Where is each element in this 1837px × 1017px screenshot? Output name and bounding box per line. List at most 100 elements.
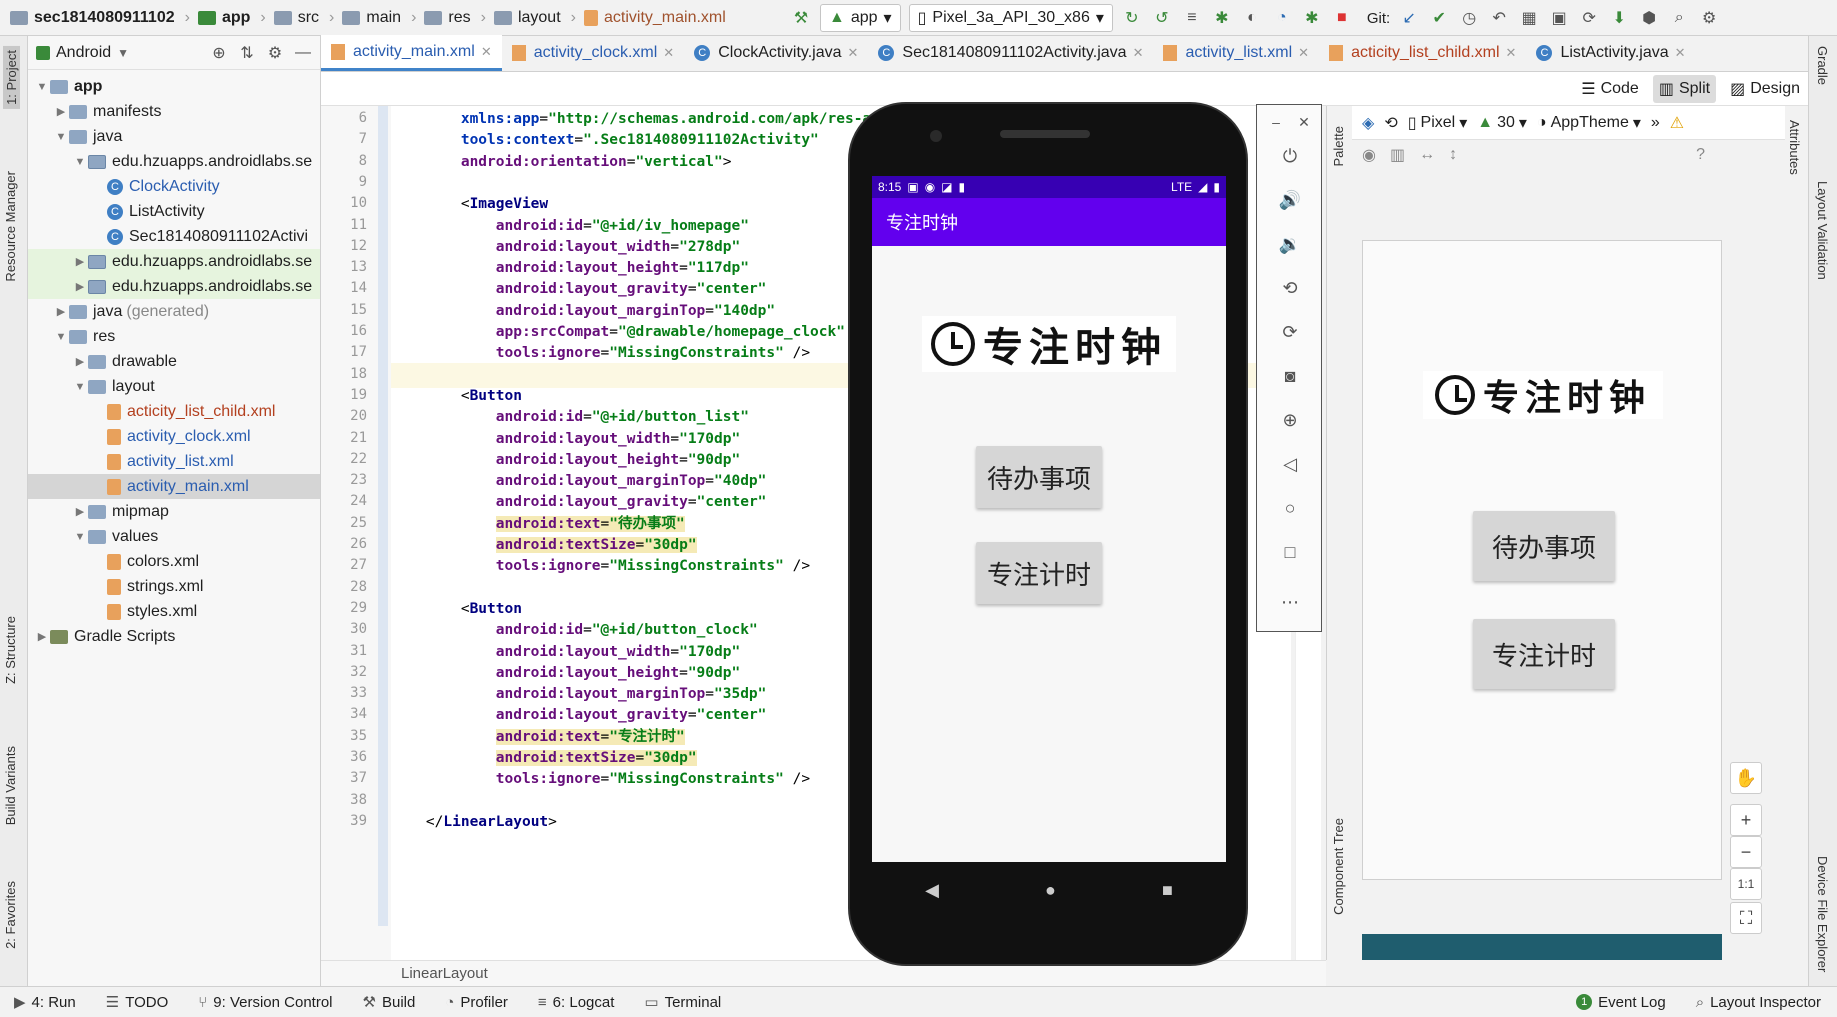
more-icon[interactable]: » [1651, 114, 1660, 132]
code-line[interactable]: tools:ignore="MissingConstraints" /> [391, 767, 810, 792]
project-tool-tab[interactable]: 1: Project [3, 46, 20, 109]
pan-icon[interactable]: ✋ [1730, 762, 1762, 794]
code-line[interactable]: android:orientation="vertical"> [391, 150, 732, 175]
build-variants-tab[interactable]: Build Variants [3, 746, 18, 825]
tree-row[interactable]: C ListActivity [28, 199, 320, 224]
tree-row[interactable]: activity_list.xml [28, 449, 320, 474]
home-icon[interactable]: ● [1045, 880, 1056, 901]
git-commit-icon[interactable]: ✔ [1428, 7, 1450, 29]
horizontal-resize-icon[interactable]: ↔ [1419, 146, 1435, 164]
layout-validation-tab[interactable]: Layout Validation [1815, 181, 1830, 280]
coverage-icon[interactable]: ≡ [1181, 7, 1203, 29]
tree-row[interactable]: ▶ drawable [28, 349, 320, 374]
device-file-explorer-tab[interactable]: Device File Explorer [1815, 856, 1830, 972]
power-icon[interactable]: ⏻ [1277, 143, 1303, 169]
breadcrumb-item[interactable]: sec1814080911102 › [10, 9, 190, 27]
preview-todo-button[interactable]: 待办事项 [1473, 511, 1615, 581]
design-mode-button[interactable]: ▨ Design [1730, 79, 1800, 99]
avd-manager-icon[interactable]: ▣ [1548, 7, 1570, 29]
git-history-icon[interactable]: ◷ [1458, 7, 1480, 29]
editor-tab[interactable]: activity_clock.xml ✕ [502, 35, 684, 71]
run-config-select[interactable]: ▲ app ▾ [820, 4, 901, 32]
tree-row[interactable]: ▼ java [28, 124, 320, 149]
chevron-down-icon[interactable]: ▼ [72, 381, 88, 393]
editor-tab[interactable]: acticity_list_child.xml ✕ [1319, 35, 1526, 71]
breadcrumb-item[interactable]: activity_main.xml [583, 9, 726, 27]
close-icon[interactable]: ✕ [1675, 45, 1686, 61]
device-select[interactable]: ▯ Pixel ▾ [1408, 113, 1468, 133]
run-tool-button[interactable]: ▶ 4: Run [14, 993, 76, 1012]
chevron-right-icon[interactable]: ▶ [34, 630, 50, 643]
vcs-tool-button[interactable]: ⑂ 9: Version Control [198, 994, 332, 1011]
warning-icon[interactable]: ⚠ [1670, 113, 1684, 133]
tree-row[interactable]: ▼ res [28, 324, 320, 349]
overview-icon[interactable]: □ [1277, 539, 1303, 565]
settings-icon[interactable]: ⚙ [1698, 7, 1720, 29]
profiler-tool-button[interactable]: ◔ Profiler [445, 994, 508, 1011]
zoom-actual-button[interactable]: 1:1 [1730, 868, 1762, 900]
attach-debugger-icon[interactable]: ◐ [1241, 7, 1263, 29]
api-select[interactable]: ▲ 30 ▾ [1477, 113, 1527, 133]
sdk-manager-icon[interactable]: ⬇ [1608, 7, 1630, 29]
gear-icon[interactable]: ⚙ [264, 42, 286, 64]
tree-row[interactable]: styles.xml [28, 599, 320, 624]
breadcrumb-item[interactable]: main › [342, 9, 416, 27]
tree-row[interactable]: C ClockActivity [28, 174, 320, 199]
git-rollback-icon[interactable]: ↶ [1488, 7, 1510, 29]
back-icon[interactable]: ◀ [925, 880, 939, 901]
tree-row[interactable]: activity_clock.xml [28, 424, 320, 449]
tree-row[interactable]: ▼ app [28, 74, 320, 99]
breadcrumb-item[interactable]: res › [424, 9, 486, 27]
focus-timer-button[interactable]: 专注计时 [976, 542, 1102, 604]
favorites-tab[interactable]: 2: Favorites [3, 881, 18, 949]
tree-row[interactable]: strings.xml [28, 574, 320, 599]
close-icon[interactable]: ✕ [1298, 45, 1309, 61]
collapse-icon[interactable]: ⇅ [236, 42, 258, 64]
orientation-icon[interactable]: ⟲ [1384, 113, 1397, 133]
vertical-resize-icon[interactable]: ↕ [1449, 146, 1457, 164]
blueprint-icon[interactable]: ▥ [1390, 145, 1405, 165]
chevron-down-icon[interactable]: ▼ [72, 156, 88, 168]
code-mode-button[interactable]: ☰ Code [1581, 79, 1639, 99]
more-icon[interactable]: ⋯ [1277, 589, 1303, 615]
apply-changes-icon[interactable]: ↺ [1151, 7, 1173, 29]
editor-tab[interactable]: activity_list.xml ✕ [1153, 35, 1319, 71]
chevron-right-icon[interactable]: ▶ [72, 505, 88, 518]
structure-tab[interactable]: Z: Structure [3, 616, 18, 684]
terminal-tool-button[interactable]: ▭ Terminal [644, 993, 721, 1012]
layout-preview[interactable]: 专注时钟 待办事项 专注计时 [1362, 240, 1722, 880]
todo-list-button[interactable]: 待办事项 [976, 446, 1102, 508]
todo-tool-button[interactable]: ☰ TODO [106, 993, 169, 1012]
zoom-icon[interactable]: ⊕ [1277, 407, 1303, 433]
editor-tab[interactable]: C Sec1814080911102Activity.java ✕ [868, 35, 1153, 71]
layers-icon[interactable]: ◈ [1362, 113, 1374, 133]
tree-row[interactable]: activity_main.xml [28, 474, 320, 499]
minimize-icon[interactable]: — [292, 42, 314, 64]
tree-row[interactable]: ▶ edu.hzuapps.androidlabs.se [28, 249, 320, 274]
search-icon[interactable]: ⌕ [1668, 7, 1690, 29]
tree-row[interactable]: ▶ java (generated) [28, 299, 320, 324]
phone-screen[interactable]: 8:15 ▣ ◉ ◪ ▮ LTE ◢ ▮ 专注时钟 专注时钟 待办事项 专注计时 [872, 176, 1226, 862]
close-icon[interactable]: ✕ [1133, 45, 1144, 61]
palette-tab[interactable]: Palette [1331, 126, 1346, 166]
device-select[interactable]: ▯ Pixel_3a_API_30_x86 ▾ [908, 4, 1113, 32]
sync-gradle-icon[interactable]: ⟳ [1578, 7, 1600, 29]
tree-row[interactable]: ▼ edu.hzuapps.androidlabs.se [28, 149, 320, 174]
editor-tab[interactable]: C ClockActivity.java ✕ [684, 35, 868, 71]
theme-select[interactable]: ◑ AppTheme ▾ [1537, 113, 1641, 133]
zoom-out-icon[interactable]: − [1730, 836, 1762, 868]
tree-row[interactable]: colors.xml [28, 549, 320, 574]
code-line[interactable]: tools:ignore="MissingConstraints" /> [391, 554, 810, 579]
chevron-down-icon[interactable]: ▼ [53, 331, 69, 343]
git-update-icon[interactable]: ↙ [1398, 7, 1420, 29]
tree-row[interactable]: ▶ mipmap [28, 499, 320, 524]
close-icon[interactable]: ✕ [1506, 45, 1517, 61]
close-icon[interactable]: ✕ [663, 45, 674, 61]
zoom-fit-icon[interactable]: ⛶ [1730, 902, 1762, 934]
profile-icon[interactable]: ◔ [1271, 7, 1293, 29]
preview-logo[interactable]: 专注时钟 [1423, 371, 1663, 419]
tree-row[interactable]: C Sec1814080911102Activi [28, 224, 320, 249]
tree-row[interactable]: ▼ values [28, 524, 320, 549]
breadcrumb-item[interactable]: app › [197, 9, 266, 27]
rotate-left-icon[interactable]: ⟲ [1277, 275, 1303, 301]
